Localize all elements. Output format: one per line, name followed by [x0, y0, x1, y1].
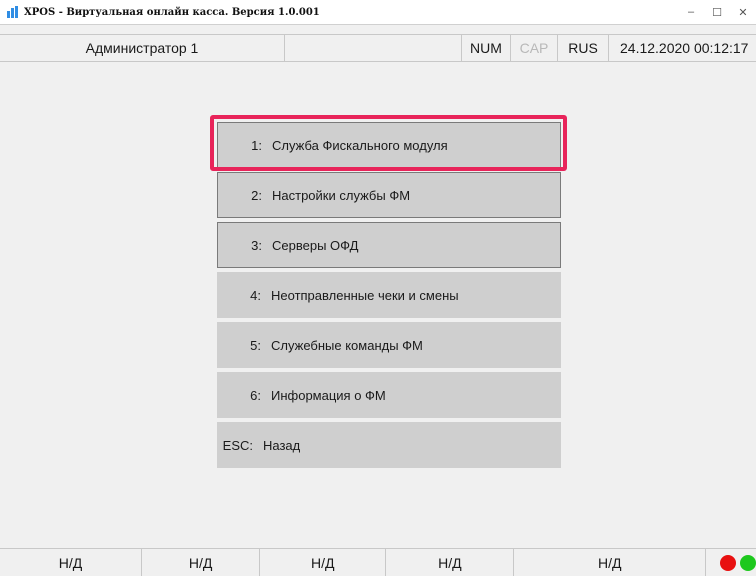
menu-item-service-commands[interactable]: 5: Служебные команды ФМ — [217, 322, 561, 368]
window-title: XPOS - Виртуальная онлайн касса. Версия … — [24, 6, 320, 18]
menu-item-ofd-servers[interactable]: 3: Серверы ОФД — [217, 222, 561, 268]
user-name: Администратор 1 — [0, 35, 285, 61]
menu-item-label: Служебные команды ФМ — [271, 337, 423, 353]
status-spacer — [285, 35, 462, 61]
menu-item-key: 4: — [250, 287, 261, 303]
bottom-status-bar: Н/Д Н/Д Н/Д Н/Д Н/Д — [0, 548, 756, 576]
title-bar: XPOS - Виртуальная онлайн касса. Версия … — [0, 0, 756, 25]
menu-item-label: Информация о ФМ — [271, 387, 386, 403]
menu-item-fiscal-module-service[interactable]: 1: Служба Фискального модуля — [217, 122, 561, 168]
window-controls: – ☐ ✕ — [678, 0, 756, 24]
minimize-icon[interactable]: – — [678, 0, 704, 24]
bottom-status-cell: Н/Д — [386, 549, 515, 576]
status-lights — [706, 554, 756, 571]
menu-item-label: Служба Фискального модуля — [272, 137, 448, 153]
menu-item-fm-service-settings[interactable]: 2: Настройки службы ФМ — [217, 172, 561, 218]
menu-item-label: Неотправленные чеки и смены — [271, 287, 459, 303]
menu-item-label: Настройки службы ФМ — [272, 187, 411, 203]
menu-item-label: Серверы ОФД — [272, 237, 359, 253]
app-icon — [6, 5, 20, 19]
menu-item-fm-info[interactable]: 6: Информация о ФМ — [217, 372, 561, 418]
close-icon[interactable]: ✕ — [730, 0, 756, 24]
language-indicator: RUS — [558, 35, 609, 61]
menu-item-key: ESC: — [222, 437, 253, 453]
maximize-icon[interactable]: ☐ — [704, 0, 730, 24]
menu-item-key: 3: — [251, 237, 262, 253]
red-indicator-icon — [720, 554, 737, 571]
menu-item-key: 6: — [250, 387, 261, 403]
menu-item-label: Назад — [263, 437, 301, 453]
bottom-status-cell: Н/Д — [0, 549, 142, 576]
bottom-status-cell: Н/Д — [260, 549, 387, 576]
caps-lock-indicator: CAP — [511, 35, 558, 61]
menu-item-key: 2: — [251, 187, 262, 203]
datetime-display: 24.12.2020 00:12:17 — [620, 40, 749, 56]
menu-item-key: 5: — [250, 337, 261, 353]
bottom-status-cell: Н/Д — [514, 549, 707, 576]
menu-item-unsent-receipts[interactable]: 4: Неотправленные чеки и смены — [217, 272, 561, 318]
bottom-status-cell: Н/Д — [142, 549, 261, 576]
status-bar: Администратор 1 NUM CAP RUS 24.12.2020 0… — [0, 34, 756, 62]
green-indicator-icon — [740, 554, 756, 571]
menu-item-back[interactable]: ESC: Назад — [217, 422, 561, 468]
menu-item-key: 1: — [251, 137, 262, 153]
num-lock-indicator: NUM — [462, 35, 511, 61]
